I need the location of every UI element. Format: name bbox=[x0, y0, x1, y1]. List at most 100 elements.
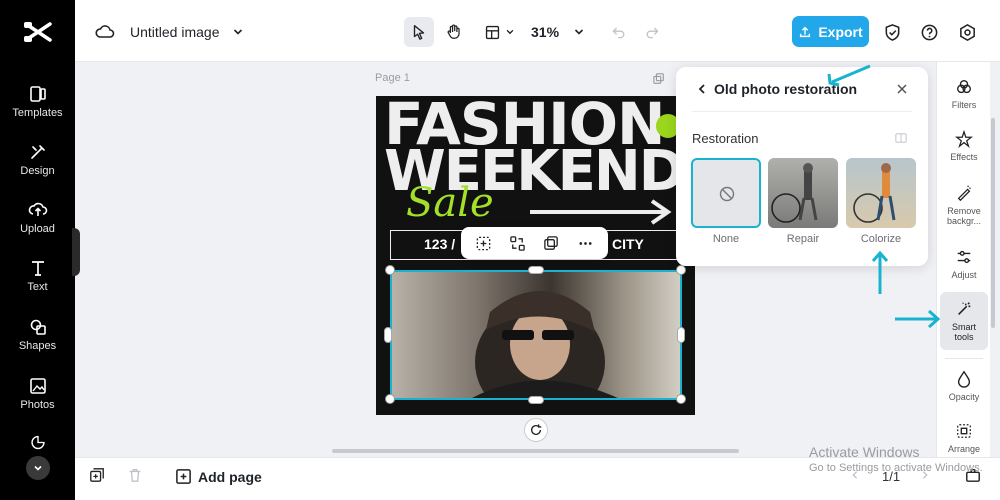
hand-tool-button[interactable] bbox=[442, 20, 466, 44]
sidebar-item-remove-background[interactable]: Remove backgr... bbox=[937, 184, 991, 226]
rail-collapse-handle[interactable] bbox=[72, 228, 80, 276]
design-script-text[interactable]: Sale bbox=[406, 180, 494, 226]
sidebar-item-smart-tools[interactable]: Smart tools bbox=[940, 292, 988, 350]
sidebar-label: Effects bbox=[950, 152, 978, 162]
rail-label: Text bbox=[27, 281, 48, 293]
sidebar-item-adjust[interactable]: Adjust bbox=[937, 248, 991, 280]
rail-item-partial[interactable] bbox=[0, 434, 75, 454]
zoom-level[interactable]: 31% bbox=[531, 24, 559, 40]
address-text-right[interactable]: CITY bbox=[612, 236, 644, 252]
back-button[interactable] bbox=[694, 81, 710, 97]
sidebar-label: Remove backgr... bbox=[946, 206, 982, 226]
close-button[interactable] bbox=[894, 81, 910, 97]
effects-icon bbox=[955, 130, 973, 148]
sidebar-label: Opacity bbox=[948, 392, 980, 402]
layout-button[interactable] bbox=[480, 22, 518, 42]
adjust-icon bbox=[957, 250, 971, 264]
add-frame-button[interactable] bbox=[88, 466, 106, 484]
select-tool-button[interactable] bbox=[404, 17, 434, 47]
redo-icon bbox=[646, 27, 659, 39]
shapes-icon bbox=[30, 319, 46, 335]
left-rail: Templates Design Upload Text Shapes Phot… bbox=[0, 0, 75, 500]
resize-handle[interactable] bbox=[676, 265, 686, 275]
sidebar-item-effects[interactable]: Effects bbox=[937, 130, 991, 162]
rail-item-shapes[interactable]: Shapes bbox=[0, 317, 75, 373]
export-button[interactable]: Export bbox=[792, 16, 869, 47]
chevron-down-icon bbox=[574, 29, 584, 35]
sidebar-item-filters[interactable]: Filters bbox=[937, 78, 991, 110]
activation-watermark-title: Activate Windows bbox=[809, 444, 920, 460]
option-none[interactable] bbox=[691, 158, 761, 228]
vertical-scrollbar[interactable] bbox=[991, 118, 995, 328]
option-label-repair: Repair bbox=[786, 233, 820, 245]
divider bbox=[692, 111, 912, 112]
undo-button[interactable] bbox=[609, 22, 629, 42]
upload-icon bbox=[28, 202, 47, 216]
rotate-handle[interactable] bbox=[524, 418, 548, 442]
horizontal-scrollbar[interactable] bbox=[332, 449, 739, 453]
chevron-down-icon bbox=[34, 465, 42, 471]
resize-handle[interactable] bbox=[385, 394, 395, 404]
pie-icon bbox=[30, 435, 45, 450]
delete-button[interactable] bbox=[126, 466, 144, 484]
option-colorize[interactable] bbox=[846, 158, 916, 228]
shield-button[interactable] bbox=[881, 21, 903, 43]
redo-button[interactable] bbox=[642, 22, 662, 42]
resize-handle[interactable] bbox=[676, 394, 686, 404]
more-icon[interactable] bbox=[577, 235, 594, 252]
duplicate-add-icon bbox=[90, 468, 104, 482]
rail-item-design[interactable]: Design bbox=[0, 142, 75, 198]
rotate-icon bbox=[530, 424, 542, 436]
rail-label: Photos bbox=[20, 399, 55, 411]
close-icon bbox=[897, 84, 907, 94]
add-page-label: Add page bbox=[198, 468, 262, 485]
document-title[interactable]: Untitled image bbox=[130, 24, 220, 40]
address-text-left[interactable]: 123 / bbox=[424, 236, 455, 252]
arrow-graphic[interactable] bbox=[526, 198, 676, 226]
sidebar-item-arrange[interactable]: Arrange bbox=[937, 422, 991, 454]
opacity-icon bbox=[957, 370, 971, 388]
duplicate-icon[interactable] bbox=[543, 235, 560, 252]
compare-icon[interactable] bbox=[894, 131, 908, 145]
chevron-left-icon bbox=[698, 84, 705, 94]
resize-handle-top[interactable] bbox=[528, 266, 544, 274]
rail-label: Shapes bbox=[18, 340, 57, 352]
rail-item-text[interactable]: Text bbox=[0, 258, 75, 314]
resize-handle-right[interactable] bbox=[677, 327, 685, 343]
text-icon bbox=[31, 261, 44, 276]
layout-icon bbox=[485, 25, 499, 39]
settings-button[interactable] bbox=[956, 21, 978, 43]
sidebar-item-opacity[interactable]: Opacity bbox=[937, 370, 991, 402]
add-page-button[interactable]: Add page bbox=[175, 468, 262, 485]
zoom-dropdown[interactable] bbox=[571, 24, 587, 40]
selection-box[interactable] bbox=[390, 270, 682, 400]
duplicate-page-icon[interactable] bbox=[652, 72, 666, 86]
upload-icon bbox=[800, 26, 811, 37]
filters-icon bbox=[957, 80, 971, 94]
resize-handle-bottom[interactable] bbox=[528, 396, 544, 404]
chevron-down-icon[interactable] bbox=[230, 24, 246, 40]
resize-handle-left[interactable] bbox=[384, 327, 392, 343]
trash-icon bbox=[129, 469, 141, 482]
smart-select-icon[interactable] bbox=[475, 235, 492, 252]
annotation-arrow-title bbox=[827, 64, 871, 87]
help-button[interactable] bbox=[918, 21, 940, 43]
old-photo-restoration-panel: Old photo restoration Restoration None R… bbox=[676, 67, 928, 266]
add-page-icon bbox=[176, 469, 191, 484]
shield-check-icon bbox=[885, 23, 899, 41]
resize-handle[interactable] bbox=[385, 265, 395, 275]
help-icon bbox=[921, 24, 937, 40]
rail-item-photos[interactable]: Photos bbox=[0, 376, 75, 432]
capcut-logo[interactable] bbox=[22, 18, 54, 46]
export-label: Export bbox=[818, 23, 863, 40]
option-repair[interactable] bbox=[768, 158, 838, 228]
prohibited-icon bbox=[719, 186, 735, 202]
page-label: Page 1 bbox=[375, 72, 410, 84]
replace-icon[interactable] bbox=[509, 235, 526, 252]
rail-item-templates[interactable]: Templates bbox=[0, 84, 75, 140]
rail-more-button[interactable] bbox=[26, 456, 50, 480]
cloud-icon[interactable] bbox=[95, 22, 115, 42]
rail-item-upload[interactable]: Upload bbox=[0, 200, 75, 256]
photos-icon bbox=[29, 378, 46, 394]
divider bbox=[945, 358, 983, 359]
